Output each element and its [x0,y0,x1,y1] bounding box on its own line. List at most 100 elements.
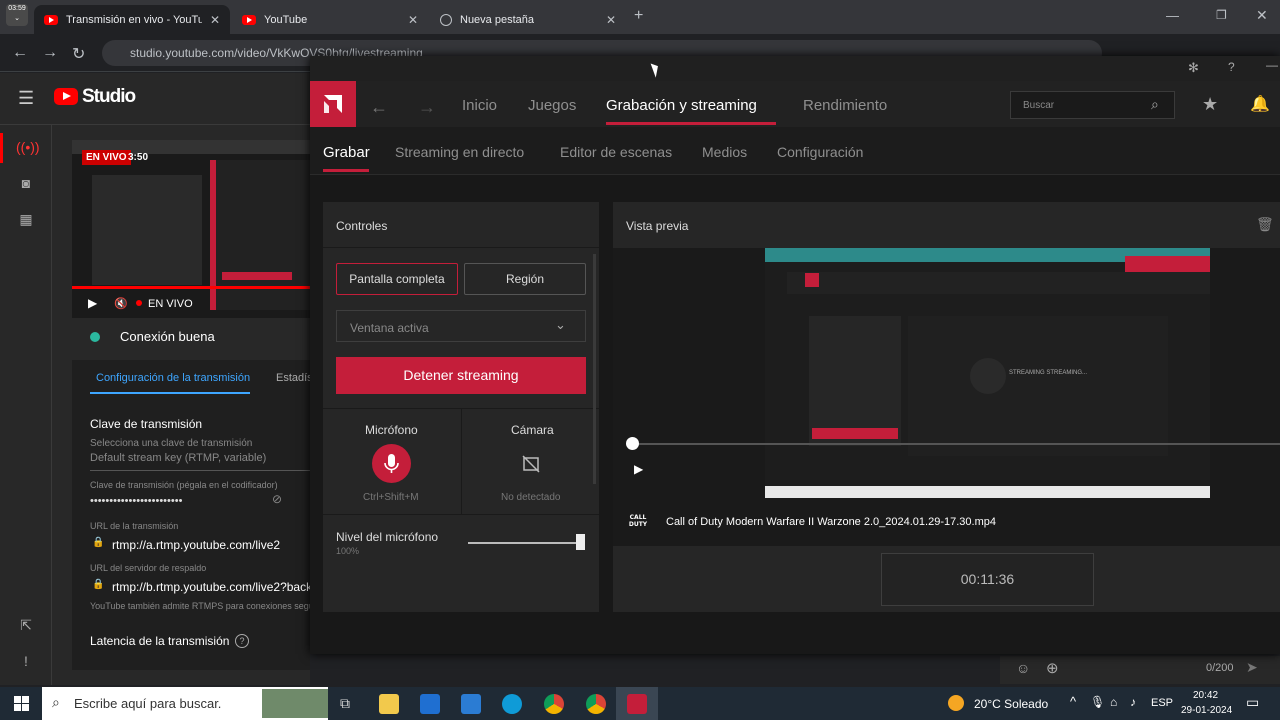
eye-off-icon[interactable]: ⊘ [272,492,282,506]
clock-time[interactable]: 20:42 [1193,690,1218,701]
minimize-icon[interactable]: — [1166,8,1179,23]
chevron-up-icon[interactable]: ^ [1070,694,1076,709]
close-icon[interactable]: ✕ [210,13,220,27]
network-icon[interactable]: ⌂ [1110,695,1117,709]
youtube-icon [242,14,256,25]
close-icon[interactable]: ✕ [606,13,616,27]
help-icon[interactable]: ? [235,634,249,648]
youtube-icon [44,14,58,25]
mute-icon[interactable]: 🔇 [114,297,128,310]
emoji-icon[interactable]: ☺ [1016,660,1030,676]
windows-start-icon[interactable] [14,696,29,711]
play-icon[interactable]: ▶ [634,462,643,476]
bug-icon[interactable]: ✻ [1188,60,1199,76]
task-view-icon[interactable]: ⧉ [340,695,350,712]
bell-icon[interactable]: 🔔 [1250,94,1270,114]
nav-performance[interactable]: Rendimiento [803,97,887,114]
chrome-icon[interactable] [544,694,564,714]
region-button[interactable]: Región [464,263,586,295]
recording-timer: 00:11:36 [881,553,1094,606]
controls-card: Controles Pantalla completa Región Venta… [323,202,599,612]
window-select[interactable]: Ventana activa ⌄ [336,310,586,342]
edge-icon[interactable] [502,694,522,714]
external-link-icon[interactable]: ⇱ [16,617,36,637]
microphone-toggle[interactable] [372,444,411,483]
file-explorer-icon[interactable] [379,694,399,714]
camera-icon[interactable]: ◙ [16,175,36,195]
nav-recording-streaming[interactable]: Grabación y streaming [606,97,757,114]
tab-underline [90,392,250,394]
preview-video[interactable]: STREAMING STREAMING... [765,248,1210,498]
forward-icon[interactable]: → [42,44,58,62]
trash-icon[interactable]: 🗑 [1256,216,1274,233]
subnav-media[interactable]: Medios [702,144,747,160]
amd-logo-icon[interactable] [310,81,356,127]
nav-home[interactable]: Inicio [462,97,497,114]
language-indicator[interactable]: ESP [1151,697,1173,709]
play-icon[interactable]: ▶ [88,296,97,310]
menu-icon[interactable]: ☰ [18,88,34,109]
feedback-icon[interactable]: ! [16,653,36,673]
subnav-settings[interactable]: Configuración [777,144,863,160]
subnav-streaming[interactable]: Streaming en directo [395,144,524,160]
send-icon[interactable]: ➤ [1246,659,1258,676]
back-icon[interactable]: ← [12,44,28,62]
backup-url-field[interactable]: rtmp://b.rtmp.youtube.com/live2?backu [112,580,310,594]
star-icon[interactable]: ★ [1202,94,1218,115]
add-icon[interactable]: ⊕ [1046,659,1059,677]
seek-handle[interactable] [626,437,639,450]
maximize-icon[interactable]: ❐ [1216,8,1227,22]
lock-icon: 🔒 [92,537,105,548]
inner-taskbar [765,486,1210,498]
microphone-icon [384,454,399,473]
progress-bar[interactable] [72,286,310,289]
stop-streaming-button[interactable]: Detener streaming [336,357,586,394]
divider [323,514,599,515]
subnav-scene-editor[interactable]: Editor de escenas [560,144,672,160]
search-input[interactable]: Buscar ⌕ [1010,91,1175,119]
preview-thumbnail [72,140,310,318]
tab-youtube[interactable]: YouTube ✕ [232,5,428,34]
amd-titlebar[interactable]: ✻ ? — [310,56,1280,81]
scrollbar[interactable] [593,254,596,484]
minimize-icon[interactable]: — [1266,58,1278,72]
stream-preview-player[interactable]: ▶ 🔇 EN VIVO [72,140,310,318]
weather-text[interactable]: 20°C Soleado [974,697,1048,711]
stream-key-field[interactable]: •••••••••••••••••••••••• [90,495,182,507]
tab-livestream[interactable]: Transmisión en vivo - YouTube ✕ [34,5,230,34]
store-icon[interactable] [420,694,440,714]
mic-level-slider[interactable] [468,542,580,544]
back-icon[interactable]: ← [370,97,388,118]
new-tab-icon[interactable]: + [634,7,643,25]
stream-key-select[interactable]: Default stream key (RTMP, variable) [90,452,266,464]
url-field[interactable]: rtmp://a.rtmp.youtube.com/live2 [112,538,280,552]
mic-level-handle[interactable] [576,534,585,550]
mail-icon[interactable] [461,694,481,714]
inner-live-button [1125,256,1210,272]
tab-analytics[interactable]: Estadís [276,372,313,384]
tab-new[interactable]: Nueva pestaña ✕ [430,5,626,34]
live-icon[interactable]: ((•)) [16,139,40,159]
close-icon[interactable]: ✕ [408,13,418,27]
chrome-profile-icon[interactable] [586,694,606,714]
mic-tray-icon[interactable]: 🎙 [1090,695,1105,709]
close-window-icon[interactable]: ✕ [1256,7,1268,24]
notifications-icon[interactable]: ▭ [1246,694,1259,711]
search-icon[interactable]: ⌕ [1151,96,1159,113]
seek-bar[interactable] [633,443,1280,445]
help-icon[interactable]: ? [1228,60,1235,74]
subnav-record[interactable]: Grabar [323,144,370,161]
nav-games[interactable]: Juegos [528,97,576,114]
reload-icon[interactable]: ↻ [72,44,85,64]
tab-search-button[interactable]: 03:59 ⌄ [6,4,28,26]
fullscreen-button[interactable]: Pantalla completa [336,263,458,295]
connection-status-icon [90,332,100,342]
youtube-logo-icon [54,88,78,105]
taskbar-search[interactable]: ⌕ Escribe aquí para buscar. [42,687,328,720]
forward-icon[interactable]: → [418,97,436,118]
amd-taskbar-icon[interactable] [627,694,647,714]
calendar-icon[interactable]: ▦ [16,211,36,231]
clock-date[interactable]: 29-01-2024 [1181,705,1232,716]
volume-icon[interactable]: ♪ [1130,695,1136,709]
tab-stream-settings[interactable]: Configuración de la transmisión [96,372,250,384]
